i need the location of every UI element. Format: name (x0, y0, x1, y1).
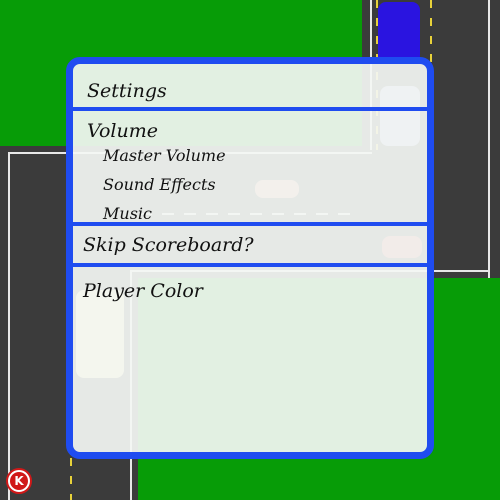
section-divider (73, 263, 427, 267)
section-divider (73, 107, 427, 111)
road-edge (488, 0, 490, 278)
player-color-option[interactable]: Player Color (83, 280, 203, 302)
player-car (378, 2, 420, 64)
settings-title: Settings (87, 80, 167, 102)
volume-heading: Volume (87, 120, 158, 142)
section-divider (73, 222, 427, 226)
game-logo-icon: K (6, 468, 32, 494)
logo-letter: K (10, 472, 28, 490)
skip-scoreboard-toggle[interactable]: Skip Scoreboard? (83, 234, 254, 256)
road-edge (8, 152, 10, 500)
master-volume-option[interactable]: Master Volume (103, 146, 226, 165)
sound-effects-option[interactable]: Sound Effects (103, 175, 216, 194)
settings-panel: Settings Volume Master Volume Sound Effe… (66, 57, 434, 459)
music-option[interactable]: Music (103, 204, 152, 223)
